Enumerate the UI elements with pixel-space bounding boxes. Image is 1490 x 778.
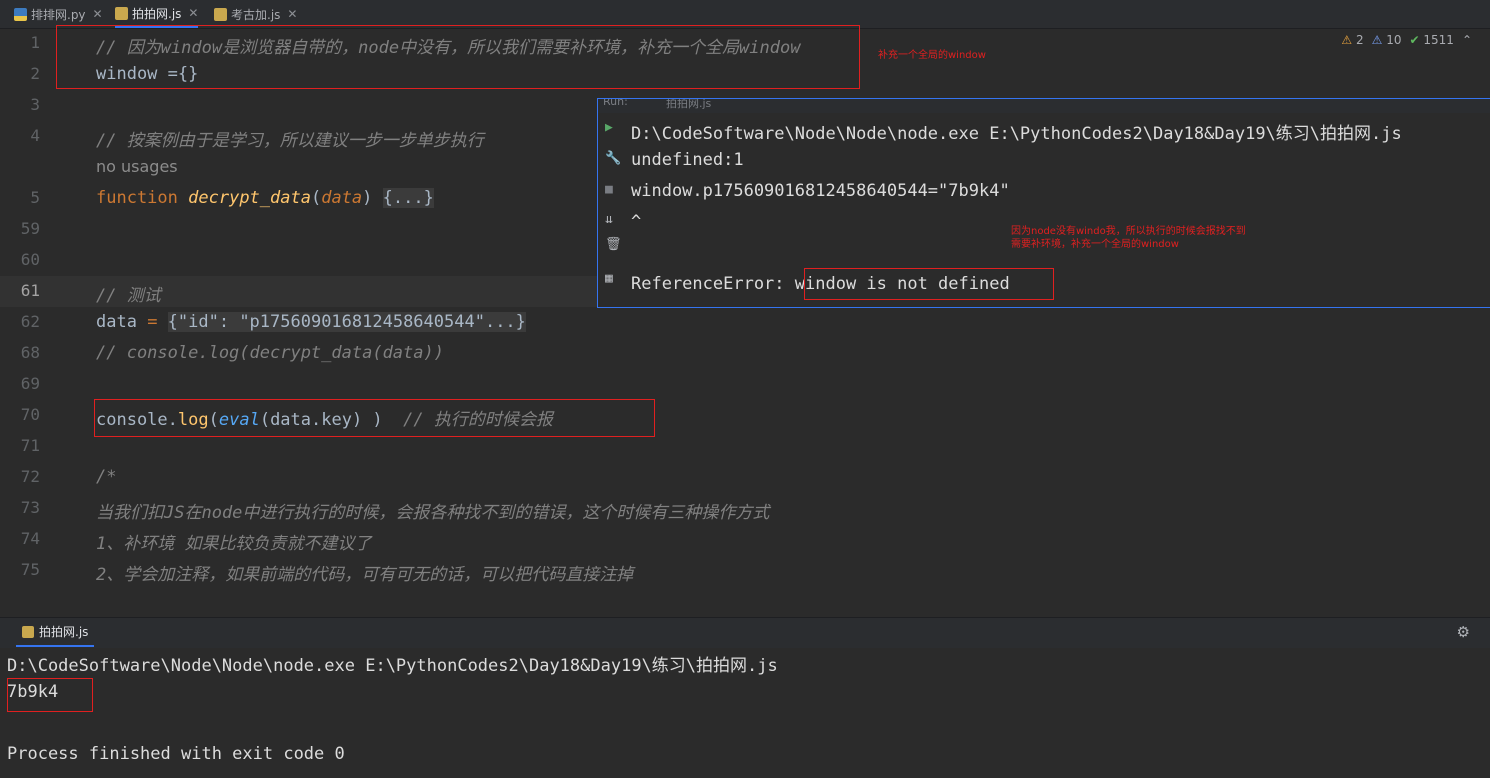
line-number: 60: [20, 250, 40, 269]
code-line-5[interactable]: function decrypt_data(data) {...}: [96, 188, 434, 208]
run-output-line: ^: [631, 212, 642, 232]
line-number: 62: [20, 312, 40, 331]
annotation-popup: 因为node没有windo我，所以执行的时候会报找不到 需要补环境，补充一个全局…: [1011, 226, 1246, 250]
run-icon[interactable]: ▶: [605, 120, 613, 135]
code-line-68[interactable]: // console.log(decrypt_data(data)): [96, 343, 444, 363]
line-number: 59: [20, 219, 40, 238]
check-icon: ✔: [1409, 33, 1420, 47]
ok-count[interactable]: ✔ 1511: [1410, 33, 1454, 47]
run-output-line: D:\CodeSoftware\Node\Node\node.exe E:\Py…: [7, 656, 778, 676]
line-number: 4: [30, 126, 40, 145]
code-line-4[interactable]: // 按案例由于是学习，所以建议一步一步单步执行: [96, 126, 484, 151]
layout-icon[interactable]: ▦: [605, 271, 613, 286]
line-number: 5: [30, 188, 40, 207]
close-icon[interactable]: ✕: [287, 7, 297, 21]
inspection-widget[interactable]: ⚠ 2 ⚠ 10 ✔ 1511 ⌃: [1341, 33, 1472, 47]
line-number: 75: [20, 560, 40, 579]
run-popup-header: Run: 拍拍网.js: [598, 99, 1490, 113]
scroll-to-end-icon[interactable]: ⇊: [605, 212, 613, 227]
wrench-icon[interactable]: 🔧: [605, 151, 621, 166]
line-number: 3: [30, 95, 40, 114]
code-line-73[interactable]: 当我们扣JS在node中进行执行的时候，会报各种找不到的错误，这个时候有三种操作…: [96, 498, 769, 523]
tab-kaogujia-js[interactable]: 考古加.js ✕: [214, 0, 297, 28]
stop-icon[interactable]: ■: [605, 182, 613, 197]
tab-label: 考古加.js: [231, 7, 281, 22]
highlight-box-window-decl: [56, 25, 860, 89]
js-file-icon: [115, 6, 128, 20]
close-icon[interactable]: ✕: [188, 6, 198, 20]
run-output-line: Process finished with exit code 0: [7, 744, 345, 764]
code-line-75[interactable]: 2、学会加注释，如果前端的代码，可有可无的话，可以把代码直接注掉: [96, 560, 633, 585]
run-output-line: D:\CodeSoftware\Node\Node\node.exe E:\Py…: [631, 124, 1402, 144]
line-number: 74: [20, 529, 40, 548]
code-line-72[interactable]: /*: [96, 467, 116, 487]
line-number: 73: [20, 498, 40, 517]
code-line-74[interactable]: 1、补环境 如果比较负责就不建议了: [96, 529, 371, 554]
run-output-line: undefined:1: [631, 150, 744, 170]
line-number: 72: [20, 467, 40, 486]
code-line-62[interactable]: data = {"id": "p175609016812458640544"..…: [96, 312, 526, 332]
run-panel-header: 拍拍网.js ⚙: [0, 617, 1490, 648]
js-file-icon: [214, 7, 227, 21]
trash-icon[interactable]: 🗑: [605, 237, 622, 252]
run-panel-output[interactable]: D:\CodeSoftware\Node\Node\node.exe E:\Py…: [0, 648, 1490, 778]
run-popup[interactable]: Run: 拍拍网.js ▶ 🔧 ■ ⇊ 🗑 ▦ D:\CodeSoftware\…: [597, 98, 1490, 308]
annotation-top: 补充一个全局的window: [878, 50, 986, 61]
no-usages-hint[interactable]: no usages: [96, 157, 178, 176]
line-number: 2: [30, 64, 40, 83]
line-number: 1: [30, 33, 40, 52]
folded-block[interactable]: {"id": "p175609016812458640544"...}: [167, 312, 526, 332]
gear-icon[interactable]: ⚙: [1457, 623, 1470, 641]
folded-block[interactable]: {...}: [382, 188, 434, 208]
line-number: 71: [20, 436, 40, 455]
run-output-line: window.p175609016812458640544="7b9k4": [631, 181, 1010, 201]
tab-paipaiwang-py[interactable]: 排排网.py ✕: [14, 0, 103, 28]
weak-warning-icon: ⚠: [1371, 33, 1383, 47]
line-number: 61: [20, 281, 40, 300]
line-number: 69: [20, 374, 40, 393]
tab-label: 拍拍网.js: [132, 6, 182, 21]
close-icon[interactable]: ✕: [93, 7, 103, 21]
tab-label: 排排网.py: [31, 7, 86, 22]
weak-warning-count[interactable]: ⚠ 10: [1372, 33, 1402, 47]
warning-count[interactable]: ⚠ 2: [1341, 33, 1363, 47]
code-line-61[interactable]: // 测试: [96, 281, 161, 306]
warning-icon: ⚠: [1341, 33, 1353, 47]
highlight-box-eval-line: [94, 399, 655, 437]
highlight-box-error: [804, 268, 1054, 300]
line-number: 68: [20, 343, 40, 362]
line-number: 70: [20, 405, 40, 424]
chevron-up-icon[interactable]: ⌃: [1462, 33, 1472, 47]
run-toolbar: ▶ 🔧 ■ ⇊ 🗑 ▦: [598, 113, 624, 305]
run-panel-tab[interactable]: 拍拍网.js: [16, 618, 95, 647]
python-file-icon: [14, 7, 27, 21]
tab-paipai-js[interactable]: 拍拍网.js ✕: [115, 0, 199, 28]
run-popup-tab[interactable]: 拍拍网.js: [666, 99, 711, 111]
js-file-icon: [22, 625, 34, 638]
highlight-box-result: [7, 678, 93, 712]
